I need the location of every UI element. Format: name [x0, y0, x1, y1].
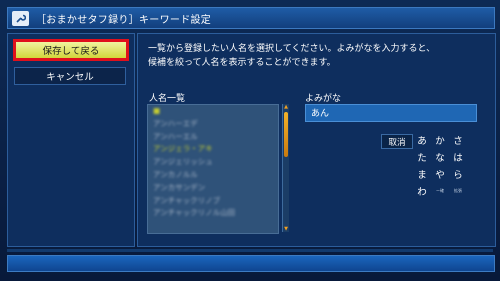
name-list[interactable]: ■ アンハーエデ アンハーエル アンジェラ・アキ アンジェリッシュ アンカノルル… [147, 104, 279, 234]
clear-button[interactable]: 取消 [381, 134, 413, 149]
kana-key-ya[interactable]: や [432, 167, 448, 181]
kana-key-na[interactable]: な [432, 150, 448, 164]
list-item[interactable]: ■ [153, 105, 278, 118]
list-item[interactable]: アンジェラ・アキ [153, 143, 278, 156]
save-and-return-button[interactable]: 保存して戻る [13, 39, 129, 61]
bottom-bar [7, 255, 495, 272]
scroll-up-arrow-icon[interactable]: ▲ [283, 104, 289, 110]
list-item[interactable]: アンハーエデ [153, 118, 278, 131]
instruction-text: 一覧から登録したい人名を選択してください。よみがなを入力すると、 候補を絞って人… [148, 42, 488, 70]
list-scrollbar[interactable]: ▲ ▼ [282, 104, 289, 232]
bottom-divider [7, 249, 493, 252]
list-item[interactable]: アンジェリッシュ [153, 156, 278, 169]
right-panel: 一覧から登録したい人名を選択してください。よみがなを入力すると、 候補を絞って人… [137, 33, 496, 247]
screen: ［おまかせタフ録り］キーワード設定 保存して戻る キャンセル 一覧から登録したい… [0, 0, 500, 281]
kana-key-ta[interactable]: た [414, 150, 430, 164]
name-list-label: 人名一覧 [149, 94, 186, 104]
kana-key-ka[interactable]: か [432, 133, 448, 147]
long-vowel-key[interactable]: ー確 [432, 188, 448, 194]
kana-key-a[interactable]: あ [414, 133, 430, 147]
kana-key-ha[interactable]: は [450, 150, 466, 164]
kana-key-wa[interactable]: わ [414, 184, 430, 198]
list-item[interactable]: アンカノルル [153, 169, 278, 182]
instruction-line-2: 候補を絞って人名を表示することができます。 [148, 58, 336, 68]
page-title: ［おまかせタフ録り］キーワード設定 [36, 14, 212, 26]
list-item[interactable]: アンハーエル [153, 131, 278, 144]
instruction-line-1: 一覧から登録したい人名を選択してください。よみがなを入力すると、 [148, 44, 436, 54]
extend-key[interactable]: 拡張 [450, 188, 466, 194]
cancel-button[interactable]: キャンセル [14, 67, 126, 85]
yomigana-label: よみがな [305, 94, 342, 104]
yomigana-input[interactable]: あん [305, 104, 477, 122]
list-item[interactable]: アンチャックリノブ [153, 195, 278, 208]
left-panel: 保存して戻る キャンセル [7, 33, 135, 247]
list-item[interactable]: アンカサンデン [153, 182, 278, 195]
kana-key-ma[interactable]: ま [414, 167, 430, 181]
kana-key-sa[interactable]: さ [450, 133, 466, 147]
list-item[interactable]: アンチャックリノル山田 [153, 207, 278, 220]
title-bar: ［おまかせタフ録り］キーワード設定 [7, 7, 495, 29]
wrench-icon [12, 10, 29, 26]
kana-key-ra[interactable]: ら [450, 167, 466, 181]
scrollbar-thumb[interactable] [284, 112, 288, 157]
scroll-down-arrow-icon[interactable]: ▼ [283, 226, 289, 232]
